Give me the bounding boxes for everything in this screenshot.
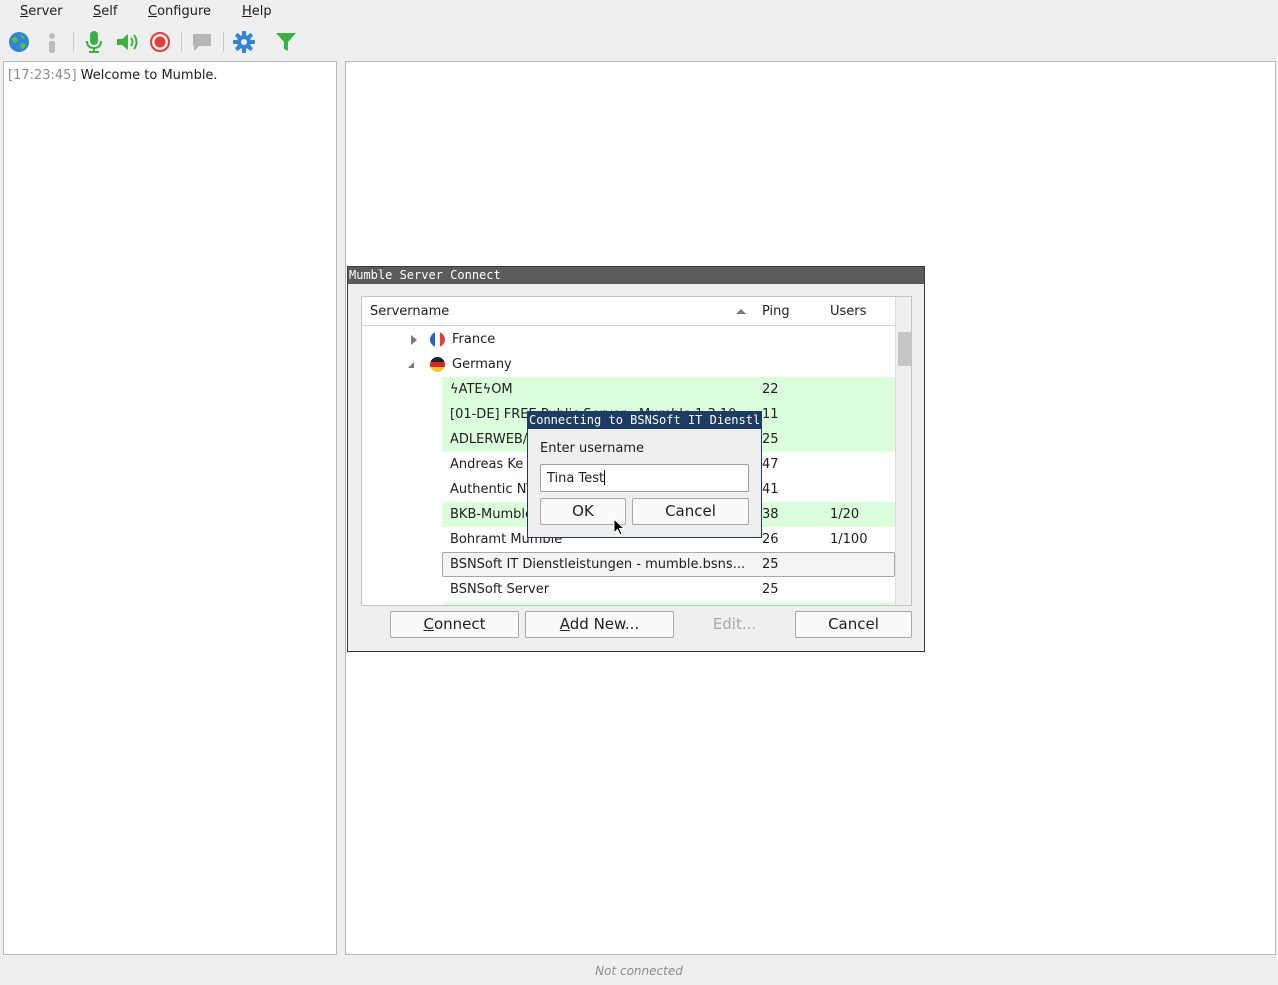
record-icon[interactable] — [147, 29, 173, 55]
cancel-button[interactable]: Cancel — [795, 611, 912, 638]
server-ping: 22 — [762, 382, 779, 397]
mouse-pointer-icon — [613, 517, 626, 540]
speaker-icon[interactable] — [114, 29, 140, 55]
prompt-title[interactable]: Connecting to BSNSoft IT Dienstleistunge… — [528, 412, 761, 429]
menu-self[interactable]: Self — [93, 4, 117, 19]
server-users: 1/100 — [830, 532, 868, 547]
server-row-partial[interactable] — [362, 602, 895, 605]
menu-server[interactable]: Server — [20, 4, 63, 19]
dialog-title[interactable]: Mumble Server Connect — [348, 267, 924, 284]
username-prompt-dialog: Connecting to BSNSoft IT Dienstleistunge… — [527, 411, 762, 538]
log-panel[interactable]: [17:23:45] Welcome to Mumble. — [3, 61, 337, 955]
server-ping: 38 — [762, 507, 779, 522]
france-flag-icon — [430, 332, 445, 347]
username-value: Tina Test — [547, 471, 605, 486]
text-caret — [604, 470, 606, 485]
menu-configure[interactable]: Configure — [148, 4, 211, 19]
sort-ascending-icon — [736, 309, 746, 314]
connection-status: Not connected — [595, 964, 683, 978]
server-ping: 25 — [762, 557, 779, 572]
scrollbar-thumb[interactable] — [898, 332, 911, 366]
server-users: 1/20 — [830, 507, 860, 522]
column-users[interactable]: Users — [830, 304, 866, 319]
prompt-cancel-button[interactable]: Cancel — [632, 498, 749, 525]
server-list-header: Servername Ping Users — [362, 297, 895, 326]
log-timestamp: [17:23:45] — [8, 68, 77, 83]
country-row-germany[interactable]: Germany — [362, 352, 895, 377]
microphone-icon[interactable] — [81, 29, 107, 55]
server-row[interactable]: BSNSoft Server 25 — [362, 577, 895, 602]
globe-icon[interactable] — [6, 29, 32, 55]
country-name: France — [452, 332, 496, 347]
gear-icon[interactable] — [231, 29, 257, 55]
server-ping: 25 — [762, 432, 779, 447]
server-name: BSNSoft Server — [450, 582, 550, 597]
collapse-arrow-icon[interactable] — [408, 362, 414, 368]
status-bar: Not connected — [0, 956, 1278, 985]
toolbar-separator — [73, 32, 74, 52]
toolbar-separator — [223, 32, 224, 52]
log-entry: [17:23:45] Welcome to Mumble. — [8, 68, 218, 83]
server-name: ϟATEϟOM — [450, 382, 513, 397]
server-ping: 26 — [762, 532, 779, 547]
server-name: BSNSoft IT Dienstleistungen - mumble.bsn… — [450, 557, 746, 572]
country-name: Germany — [452, 357, 512, 372]
reachable-highlight — [442, 602, 895, 605]
menu-help[interactable]: Help — [242, 4, 272, 19]
toolbar — [0, 26, 1278, 58]
expand-arrow-icon[interactable] — [411, 335, 417, 345]
server-ping: 11 — [762, 407, 779, 422]
filter-icon[interactable] — [273, 29, 299, 55]
country-row-france[interactable]: France — [362, 327, 895, 352]
server-ping: 41 — [762, 482, 779, 497]
toolbar-separator — [181, 32, 182, 52]
chat-icon[interactable] — [189, 29, 215, 55]
column-servername[interactable]: Servername — [370, 304, 449, 319]
server-row-selected[interactable]: BSNSoft IT Dienstleistungen - mumble.bsn… — [362, 552, 895, 577]
column-ping[interactable]: Ping — [762, 304, 790, 319]
server-ping: 47 — [762, 457, 779, 472]
menu-bar: Server Self Configure Help — [0, 0, 1278, 24]
username-input[interactable]: Tina Test — [540, 464, 749, 492]
vertical-scrollbar[interactable] — [895, 297, 911, 605]
info-icon[interactable] — [39, 29, 65, 55]
germany-flag-icon — [430, 357, 445, 372]
connect-button[interactable]: Connect — [390, 611, 519, 638]
prompt-label: Enter username — [540, 441, 645, 456]
edit-button[interactable]: Edit... — [687, 611, 782, 638]
server-row[interactable]: ϟATEϟOM 22 — [362, 377, 895, 402]
log-message: Welcome to Mumble. — [80, 68, 218, 83]
server-ping: 25 — [762, 582, 779, 597]
add-new-button[interactable]: Add New... — [525, 611, 674, 638]
